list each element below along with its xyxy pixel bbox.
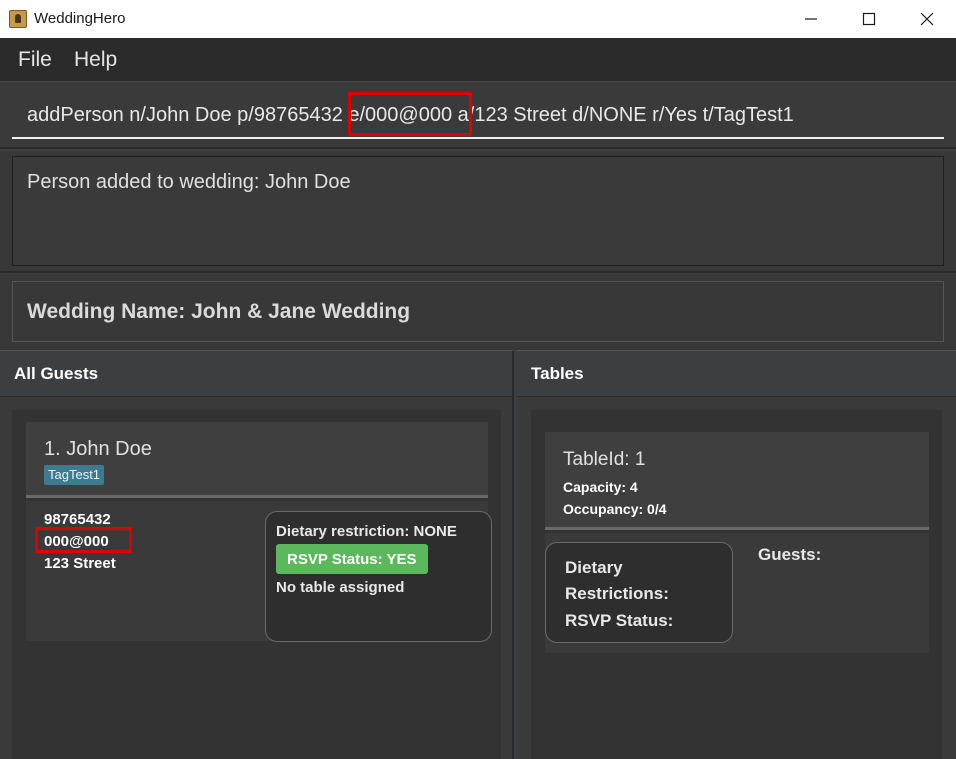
guest-tag: TagTest1 [44, 465, 105, 485]
close-icon [920, 12, 934, 26]
guest-list[interactable]: 1. John Doe TagTest1 98765432 000@000 12… [12, 410, 501, 759]
command-input[interactable] [12, 93, 944, 139]
minimize-icon [805, 18, 817, 20]
guest-name: 1. John Doe [44, 438, 152, 460]
table-id: TableId: 1 [563, 449, 646, 470]
maximize-button[interactable] [840, 0, 898, 38]
tables-title: Tables [531, 364, 584, 383]
tables-panel: Tables TableId: 1 Capacity: 4 Occupancy:… [517, 350, 956, 759]
guest-address: 123 Street [44, 555, 116, 572]
guest-dietary: Dietary restriction: NONE [276, 523, 457, 540]
wedding-name-section: Wedding Name: John & Jane Wedding [0, 275, 956, 350]
result-display: Person added to wedding: John Doe [0, 151, 956, 273]
guest-phone: 98765432 [44, 511, 111, 528]
wedding-name: Wedding Name: John & Jane Wedding [27, 300, 411, 323]
table-rsvp-label: RSVP Status: [565, 611, 674, 630]
maximize-icon [862, 12, 876, 26]
close-button[interactable] [898, 0, 956, 38]
tables-header: Tables [517, 351, 956, 397]
guest-email-highlight [35, 527, 132, 553]
table-card-body[interactable]: Dietary Restrictions: RSVP Status: Guest… [545, 533, 929, 653]
menu-file[interactable]: File [18, 48, 52, 72]
wedding-name-box: Wedding Name: John & Jane Wedding [12, 281, 944, 342]
command-box [0, 83, 956, 149]
command-email-highlight [348, 92, 472, 136]
table-list[interactable]: TableId: 1 Capacity: 4 Occupancy: 0/4 Di… [531, 410, 942, 759]
table-guests-label: Guests: [758, 545, 822, 564]
guest-table-status: No table assigned [276, 579, 405, 596]
window-title: WeddingHero [34, 10, 126, 27]
menu-help[interactable]: Help [74, 48, 117, 72]
all-guests-header: All Guests [0, 351, 512, 397]
all-guests-panel: All Guests 1. John Doe TagTest1 98765432… [0, 350, 514, 759]
table-dietary-label: Dietary [565, 558, 623, 577]
result-text-area[interactable]: Person added to wedding: John Doe [12, 156, 944, 266]
table-capacity: Capacity: 4 [563, 479, 638, 495]
guest-details-box: Dietary restriction: NONE RSVP Status: Y… [265, 511, 492, 642]
rsvp-status-badge: RSVP Status: YES [276, 544, 428, 574]
guest-card-header[interactable]: 1. John Doe TagTest1 [26, 422, 488, 498]
app-icon [9, 10, 27, 28]
all-guests-title: All Guests [14, 364, 99, 383]
table-restrictions-label: Restrictions: [565, 584, 669, 603]
guest-card-body[interactable]: 98765432 000@000 123 Street Dietary rest… [26, 501, 492, 642]
minimize-button[interactable] [782, 0, 840, 38]
table-details-box: Dietary Restrictions: RSVP Status: [545, 542, 733, 643]
table-card-header[interactable]: TableId: 1 Capacity: 4 Occupancy: 0/4 [545, 432, 929, 530]
menu-bar: File Help [0, 38, 956, 82]
title-bar: WeddingHero [0, 0, 956, 38]
table-occupancy: Occupancy: 0/4 [563, 501, 667, 517]
result-message: Person added to wedding: John Doe [27, 171, 351, 193]
